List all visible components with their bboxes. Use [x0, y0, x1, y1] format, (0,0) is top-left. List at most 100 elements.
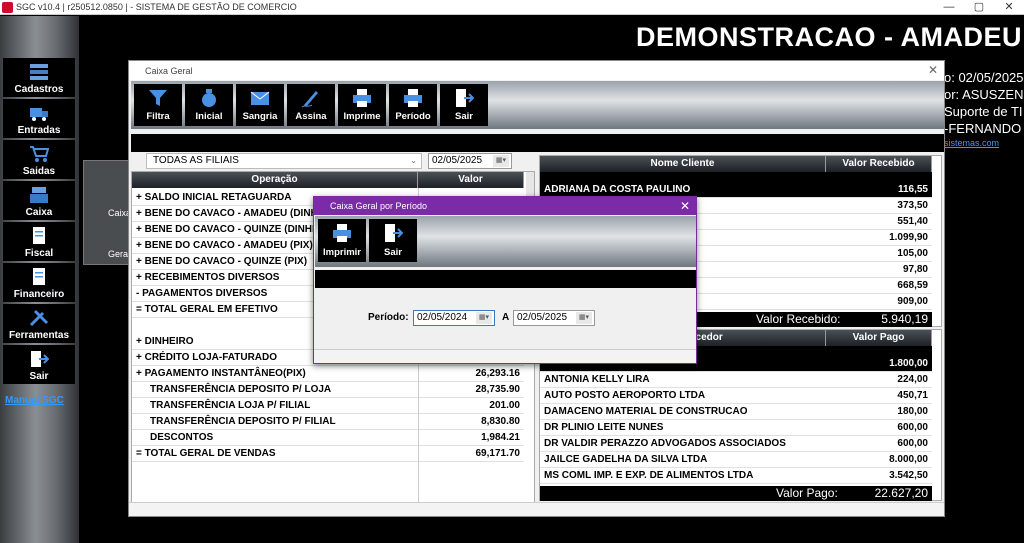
- sidebar-item-fiscal[interactable]: Fiscal: [3, 222, 75, 261]
- close-button[interactable]: ✕: [994, 0, 1024, 15]
- inicial-button[interactable]: Inicial: [185, 84, 233, 126]
- client-value-cell: 116,55: [897, 184, 928, 195]
- info-name: -FERNANDO: [944, 121, 1022, 136]
- table-row[interactable]: MS COML IMP. E EXP. DE ALIMENTOS LTDA 3.5…: [540, 468, 932, 484]
- col-valor-recebido[interactable]: Valor Recebido: [826, 156, 932, 172]
- dialog-close-button[interactable]: ✕: [680, 197, 690, 215]
- imprime-label: Imprime: [343, 111, 381, 122]
- supplier-name-cell: ANTONIA KELLY LIRA: [544, 374, 650, 385]
- sair-button[interactable]: Sair: [440, 84, 488, 126]
- caixa-geral-close-button[interactable]: ✕: [928, 63, 938, 77]
- manual-link[interactable]: Manual SGC: [5, 395, 64, 406]
- periodo-label: Período: [395, 111, 431, 122]
- exit-icon: [385, 224, 403, 242]
- value-cell: 8,830.80: [481, 416, 520, 427]
- client-value-cell: 909,00: [897, 296, 928, 307]
- imprime-button[interactable]: Imprime: [338, 84, 386, 126]
- header-spacer: [540, 172, 932, 182]
- sidebar-item-label: Entradas: [17, 125, 61, 136]
- col-valor-pago[interactable]: Valor Pago: [826, 330, 932, 346]
- table-row[interactable]: JAILCE GADELHA DA SILVA LTDA 8.000,00: [540, 452, 932, 468]
- supplier-value-cell: 224,00: [897, 374, 928, 385]
- table-row[interactable]: + PAGAMENTO INSTANTÂNEO(PIX) 26,293.16: [132, 366, 524, 382]
- client-value-cell: 105,00: [897, 248, 928, 259]
- toolbar: Filtra Inicial Sangria Assina Imprime Pe…: [131, 81, 944, 129]
- info-site[interactable]: sistemas.com: [944, 138, 999, 148]
- table-row[interactable]: DAMACENO MATERIAL DE CONSTRUCAO 180,00: [540, 404, 932, 420]
- dialog-sair-button[interactable]: Sair: [369, 219, 417, 262]
- client-value-cell: 97,80: [902, 264, 928, 275]
- sangria-button[interactable]: Sangria: [236, 84, 284, 126]
- sidebar-item-sair[interactable]: Sair: [3, 345, 75, 384]
- truck-icon: [30, 108, 48, 121]
- filtra-label: Filtra: [146, 111, 170, 122]
- supplier-name-cell: AUTO POSTO AEROPORTO LTDA: [544, 390, 706, 401]
- table-row[interactable]: DESCONTOS 1,984.21: [132, 430, 524, 446]
- sidebar-item-label: Cadastros: [14, 84, 64, 95]
- document-icon: [33, 227, 45, 244]
- sidebar-item-saidas[interactable]: Saidas: [3, 140, 75, 179]
- table-row[interactable]: TRANSFERÊNCIA LOJA P/ FILIAL 201.00: [132, 398, 524, 414]
- pen-icon: [301, 91, 318, 108]
- col-nome-cliente[interactable]: Nome Cliente: [540, 156, 826, 172]
- col-operacao[interactable]: Operação: [132, 172, 418, 188]
- dialog-titlebar: Caixa Geral por Período ✕: [314, 197, 696, 215]
- filial-select[interactable]: TODAS AS FILIAIS ⌄: [146, 153, 422, 169]
- calendar-dropdown-icon[interactable]: ▦▾: [476, 312, 492, 324]
- calendar-dropdown-icon[interactable]: ▦▾: [493, 155, 509, 167]
- supplier-name-cell: DAMACENO MATERIAL DE CONSTRUCAO: [544, 406, 748, 417]
- table-row[interactable]: = TOTAL GERAL DE VENDAS 69,171.70: [132, 446, 524, 462]
- filtra-button[interactable]: Filtra: [134, 84, 182, 126]
- sidebar-item-ferramentas[interactable]: Ferramentas: [3, 304, 75, 343]
- database-icon: [30, 64, 48, 80]
- table-row[interactable]: TRANSFERÊNCIA DEPOSITO P/ LOJA 28,735.90: [132, 382, 524, 398]
- printer-icon: [333, 224, 351, 242]
- table-row[interactable]: AUTO POSTO AEROPORTO LTDA 450,71: [540, 388, 932, 404]
- tools-icon: [29, 309, 49, 327]
- company-title: DEMONSTRACAO - AMADEU: [636, 22, 1022, 52]
- operation-cell: TRANSFERÊNCIA DEPOSITO P/ LOJA: [150, 384, 332, 395]
- sidebar-item-label: Caixa: [25, 207, 53, 218]
- value-cell: 28,735.90: [475, 384, 521, 395]
- sidebar-item-entradas[interactable]: Entradas: [3, 99, 75, 138]
- periodo-dialog: Caixa Geral por Período ✕ Imprimir Sair …: [313, 196, 697, 364]
- maximize-button[interactable]: ▢: [964, 0, 994, 15]
- bg-button-geral[interactable]: Geral: [108, 249, 130, 259]
- exit-icon: [456, 89, 474, 107]
- operation-cell: TRANSFERÊNCIA LOJA P/ FILIAL: [150, 400, 311, 411]
- operation-cell: TRANSFERÊNCIA DEPOSITO P/ FILIAL: [150, 416, 336, 427]
- sidebar-item-caixa[interactable]: Caixa: [3, 181, 75, 220]
- value-cell: 201.00: [489, 400, 520, 411]
- table-row[interactable]: DR VALDIR PERAZZO ADVOGADOS ASSOCIADOS 60…: [540, 436, 932, 452]
- client-value-cell: 373,50: [897, 200, 928, 211]
- supplier-value-cell: 1.800,00: [889, 358, 928, 369]
- clients-total-value: 5.940,19: [881, 312, 928, 326]
- window-titlebar: SGC v10.4 | r250512.0850 | - SISTEMA DE …: [0, 0, 1024, 15]
- calendar-dropdown-icon[interactable]: ▦▾: [576, 312, 592, 324]
- sidebar-item-cadastros[interactable]: Cadastros: [3, 58, 75, 97]
- periodo-button[interactable]: Período: [389, 84, 437, 126]
- date-picker[interactable]: 02/05/2025 ▦▾: [428, 153, 512, 169]
- table-row[interactable]: TRANSFERÊNCIA DEPOSITO P/ FILIAL 8,830.80: [132, 414, 524, 430]
- background-window: Caixa Geral: [83, 160, 133, 265]
- chevron-down-icon: ⌄: [410, 156, 417, 165]
- dialog-statusbar: [314, 349, 696, 363]
- table-row[interactable]: ANTONIA KELLY LIRA 224,00: [540, 372, 932, 388]
- date-to-input[interactable]: 02/05/2025 ▦▾: [513, 310, 595, 326]
- sair-label: Sair: [455, 111, 473, 122]
- dialog-title: Caixa Geral por Período: [330, 201, 428, 211]
- info-date: o: 02/05/2025: [944, 70, 1024, 85]
- sidebar-item-financeiro[interactable]: Financeiro: [3, 263, 75, 302]
- supplier-value-cell: 180,00: [897, 406, 928, 417]
- printer-icon: [353, 89, 371, 107]
- client-value-cell: 668,59: [897, 280, 928, 291]
- minimize-button[interactable]: —: [934, 0, 964, 15]
- table-row[interactable]: DR PLINIO LEITE NUNES 600,00: [540, 420, 932, 436]
- col-valor[interactable]: Valor: [418, 172, 524, 188]
- imprimir-button[interactable]: Imprimir: [318, 219, 366, 262]
- imprimir-label: Imprimir: [322, 247, 361, 258]
- dialog-status-strip: [315, 270, 696, 288]
- assina-button[interactable]: Assina: [287, 84, 335, 126]
- date-from-input[interactable]: 02/05/2024 ▦▾: [413, 310, 495, 326]
- sidebar-item-label: Sair: [29, 371, 49, 382]
